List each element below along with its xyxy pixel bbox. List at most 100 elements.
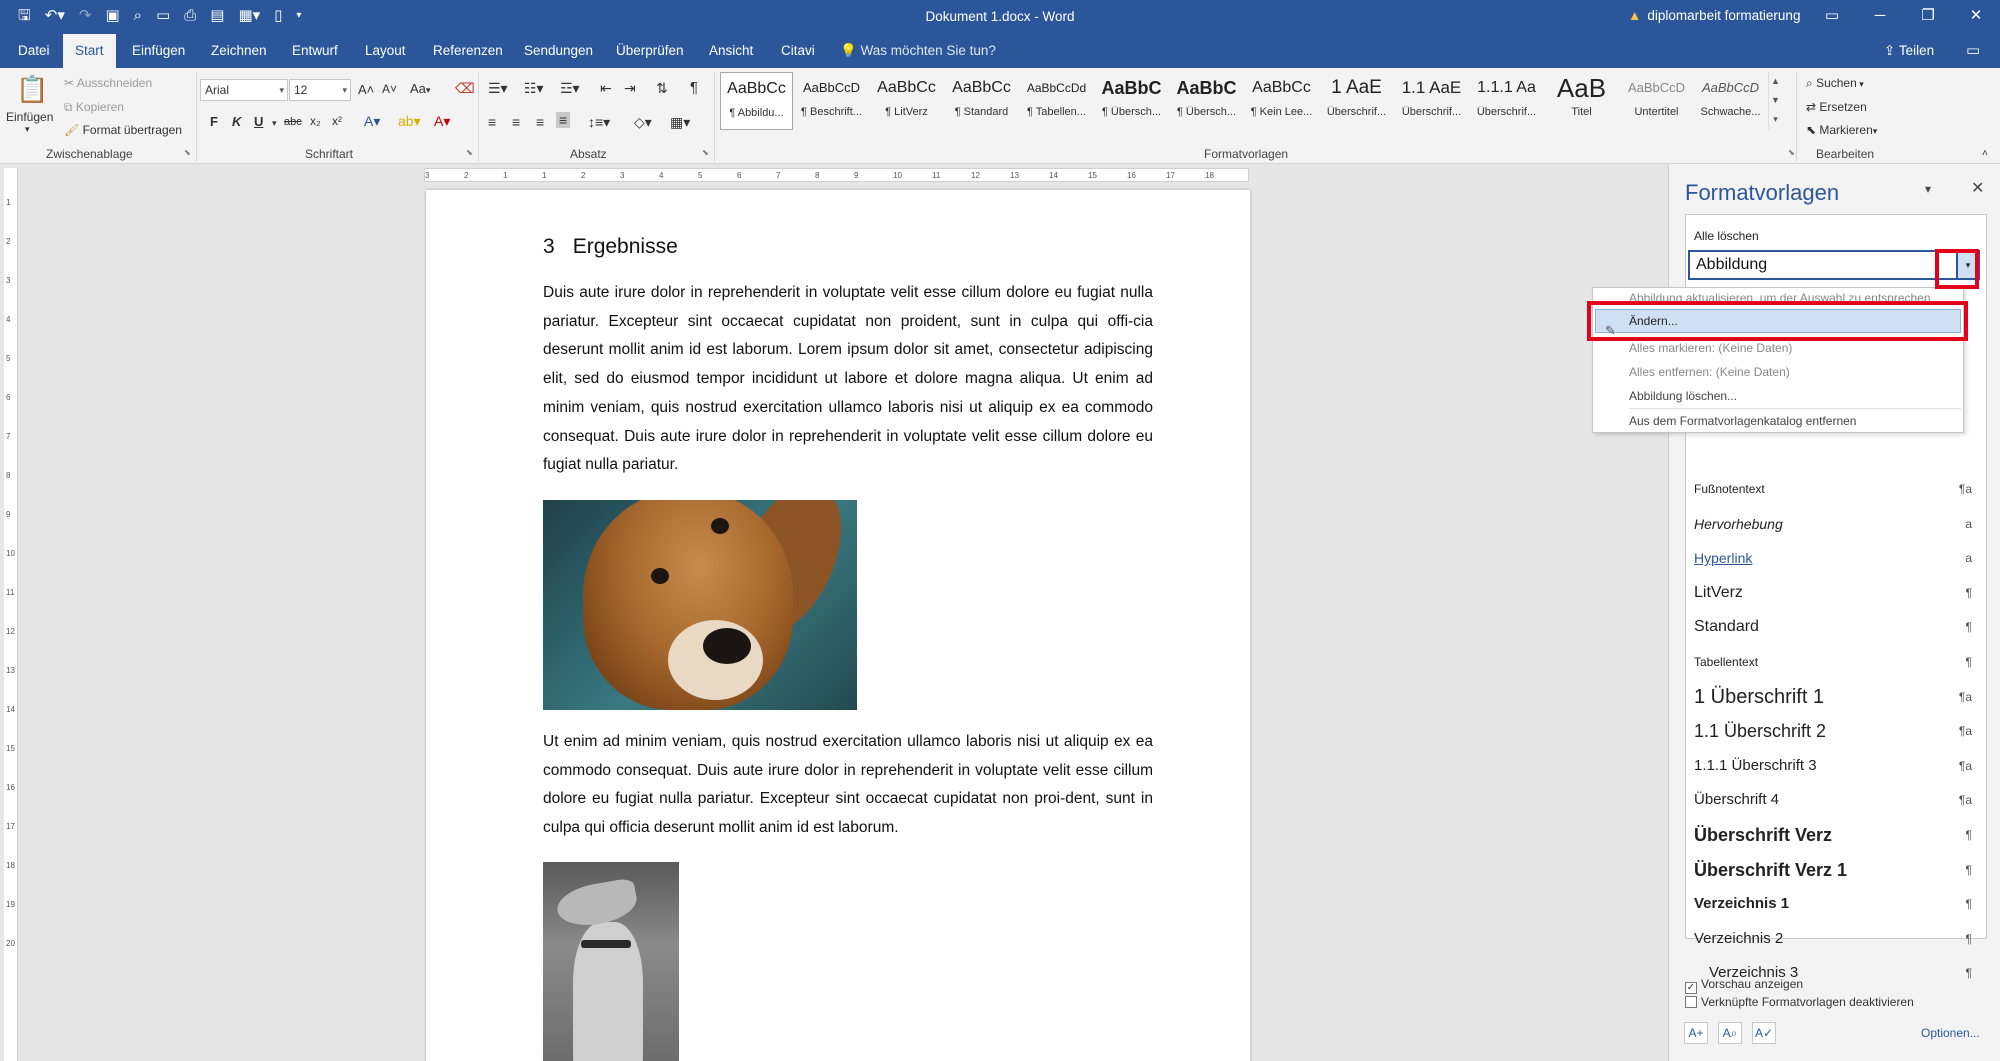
multilevel-list-icon[interactable]: ☲▾ (560, 80, 580, 97)
disable-linked-checkbox[interactable]: Verknüpfte Formatvorlagen deaktivieren (1685, 995, 1914, 1009)
numbering-icon[interactable]: ☷▾ (524, 80, 544, 97)
new-style-button[interactable]: A+ (1684, 1022, 1708, 1044)
style-tile-ueberschrift-1[interactable]: 1 AaE Überschrif... (1320, 72, 1393, 130)
style-tile-ueberschrift-verz[interactable]: AaBbC ¶ Übersch... (1095, 72, 1168, 130)
comment-icon[interactable]: ▭ (1966, 34, 1980, 68)
style-tile-litverz[interactable]: AaBbCc ¶ LitVerz (870, 72, 943, 130)
manage-styles-button[interactable]: A✓ (1752, 1022, 1776, 1044)
minimize-icon[interactable]: ─ (1856, 0, 1904, 34)
menu-item-delete[interactable]: Abbildung löschen... (1629, 389, 1737, 403)
style-row[interactable]: Tabellentext ¶ (1694, 645, 1978, 679)
format-painter-button[interactable]: 🖌 Format übertragen (64, 123, 182, 137)
align-right-icon[interactable]: ≡ (536, 114, 544, 130)
current-style-field[interactable]: Abbildung (1688, 250, 1958, 280)
tab-zeichnen[interactable]: Zeichnen (199, 34, 279, 68)
copy-button[interactable]: ⧉ Kopieren (64, 100, 124, 115)
shading-icon[interactable]: ◇▾ (634, 114, 652, 131)
tab-ueberpruefen[interactable]: Überprüfen (604, 34, 696, 68)
tab-referenzen[interactable]: Referenzen (421, 34, 515, 68)
underline-button[interactable]: U (254, 114, 263, 129)
find-button[interactable]: ⌕ Suchen ▾ (1806, 76, 1864, 91)
chevron-down-icon[interactable]: ▾ (272, 118, 277, 129)
bold-button[interactable]: F (210, 114, 218, 129)
highlight-icon[interactable]: ab▾ (398, 113, 421, 130)
justify-icon[interactable]: ≡ (556, 112, 571, 128)
shrink-font-icon[interactable]: A˅ (382, 82, 397, 96)
style-row[interactable]: 1.1 Überschrift 2 ¶a (1694, 714, 1978, 748)
increase-indent-icon[interactable]: ⇥ (624, 80, 636, 97)
style-tile-ueberschrift-2[interactable]: 1.1 AaE Überschrif... (1395, 72, 1468, 130)
replace-button[interactable]: ⇄ Ersetzen (1806, 100, 1867, 114)
style-tile-tabellentext[interactable]: AaBbCcDd ¶ Tabellen... (1020, 72, 1093, 130)
strikethrough-button[interactable]: abc (284, 116, 302, 128)
collapse-ribbon-icon[interactable]: ˄ (1982, 148, 1988, 159)
decrease-indent-icon[interactable]: ⇤ (600, 80, 612, 97)
paste-dropdown-icon[interactable]: ▾ (25, 124, 30, 135)
font-size-combo[interactable]: 12 ▾ (289, 79, 351, 101)
paragraph-launcher-icon[interactable]: ⬊ (702, 148, 709, 157)
restore-icon[interactable]: ❐ (1904, 0, 1952, 34)
document-page[interactable]: 3 Ergebnisse Duis aute irure dolor in rep… (426, 190, 1250, 1061)
bullets-icon[interactable]: ☰▾ (488, 80, 508, 97)
styles-gallery-scroller[interactable]: ▲ ▼ ▾ (1768, 72, 1782, 130)
menu-item-remove-gallery[interactable]: Aus dem Formatvorlagenkatalog entfernen (1629, 414, 1856, 428)
paste-button[interactable]: Einfügen (6, 110, 53, 124)
tab-einfuegen[interactable]: Einfügen (120, 34, 197, 68)
font-color-icon[interactable]: A▾ (434, 113, 450, 130)
tab-entwurf[interactable]: Entwurf (280, 34, 350, 68)
change-case-button[interactable]: Aa▾ (410, 81, 430, 96)
font-launcher-icon[interactable]: ⬊ (466, 148, 473, 157)
tab-sendungen[interactable]: Sendungen (512, 34, 605, 68)
scroll-down-icon[interactable]: ▼ (1769, 91, 1782, 110)
style-row[interactable]: Hyperlink a (1694, 541, 1978, 575)
style-tile-untertitel[interactable]: AaBbCcD Untertitel (1620, 72, 1693, 130)
tab-ansicht[interactable]: Ansicht (697, 34, 765, 68)
style-row[interactable]: Verzeichnis 1 ¶ (1694, 887, 1978, 921)
subscript-button[interactable]: x₂ (310, 114, 321, 128)
show-marks-icon[interactable]: ¶ (690, 79, 698, 96)
grow-font-icon[interactable]: A˄ (358, 82, 374, 97)
tab-start[interactable]: Start (63, 34, 116, 68)
share-button[interactable]: ⇪ Teilen (1884, 34, 1934, 68)
style-row[interactable]: Verzeichnis 2 ¶ (1694, 922, 1978, 956)
align-center-icon[interactable]: ≡ (512, 114, 520, 130)
style-row[interactable]: 1 Überschrift 1 ¶a (1694, 680, 1978, 714)
style-row[interactable]: LitVerz ¶ (1694, 576, 1978, 610)
dog-photo-bw[interactable] (543, 862, 679, 1061)
tab-datei[interactable]: Datei (6, 34, 62, 68)
style-row[interactable]: Fußnotentext ¶a (1694, 472, 1978, 506)
align-left-icon[interactable]: ≡ (488, 114, 496, 130)
menu-item-select-all[interactable]: Alles markieren: (Keine Daten) (1629, 341, 1792, 355)
tab-layout[interactable]: Layout (353, 34, 418, 68)
style-tile-schwache-hervorhebung[interactable]: AaBbCcD Schwache... (1694, 72, 1767, 130)
style-row[interactable]: Überschrift Verz ¶ (1694, 818, 1978, 852)
style-tile-titel[interactable]: AaB Titel (1545, 72, 1618, 130)
style-row[interactable]: Hervorhebung a (1694, 507, 1978, 541)
font-name-combo[interactable]: Arial ▾ (200, 79, 288, 101)
superscript-button[interactable]: x² (332, 114, 342, 128)
menu-item-remove-all[interactable]: Alles entfernen: (Keine Daten) (1629, 365, 1790, 379)
clear-format-icon[interactable]: ⌫ (455, 80, 475, 97)
style-tile-ueberschrift-verz-1[interactable]: AaBbC ¶ Übersch... (1170, 72, 1243, 130)
tell-me-search[interactable]: 💡 Was möchten Sie tun? (840, 34, 996, 68)
scroll-up-icon[interactable]: ▲ (1769, 72, 1782, 91)
cut-button[interactable]: ✂ Ausschneiden (64, 76, 152, 90)
tab-citavi[interactable]: Citavi (769, 34, 827, 68)
close-icon[interactable]: ✕ (1952, 0, 2000, 34)
style-tile-kein-leerraum[interactable]: AaBbCc ¶ Kein Lee... (1245, 72, 1318, 130)
style-tile-beschriftung[interactable]: AaBbCcD ¶ Beschrift... (795, 72, 868, 130)
style-row[interactable]: Überschrift Verz 1 ¶ (1694, 853, 1978, 887)
italic-button[interactable]: K (232, 114, 241, 129)
style-row[interactable]: Standard ¶ (1694, 610, 1978, 644)
pane-close-icon[interactable]: ✕ (1971, 178, 1984, 198)
style-tile-standard[interactable]: AaBbCc ¶ Standard (945, 72, 1018, 130)
sort-icon[interactable]: ⇅ (656, 80, 668, 97)
show-preview-checkbox[interactable]: ✓ Vorschau anzeigen (1685, 977, 1803, 994)
ribbon-display-icon[interactable]: ▭ (1808, 0, 1856, 34)
style-tile-ueberschrift-3[interactable]: 1.1.1 Aa Überschrif... (1470, 72, 1543, 130)
styles-launcher-icon[interactable]: ⬊ (1788, 148, 1795, 157)
style-inspector-button[interactable]: A⌕ (1718, 1022, 1742, 1044)
vertical-ruler[interactable]: 1 2 3 4 5 6 7 8 9 10 11 12 13 14 15 16 17 18 19 20 (4, 168, 18, 1061)
text-effects-icon[interactable]: A▾ (364, 113, 380, 130)
borders-icon[interactable]: ▦▾ (670, 114, 690, 131)
